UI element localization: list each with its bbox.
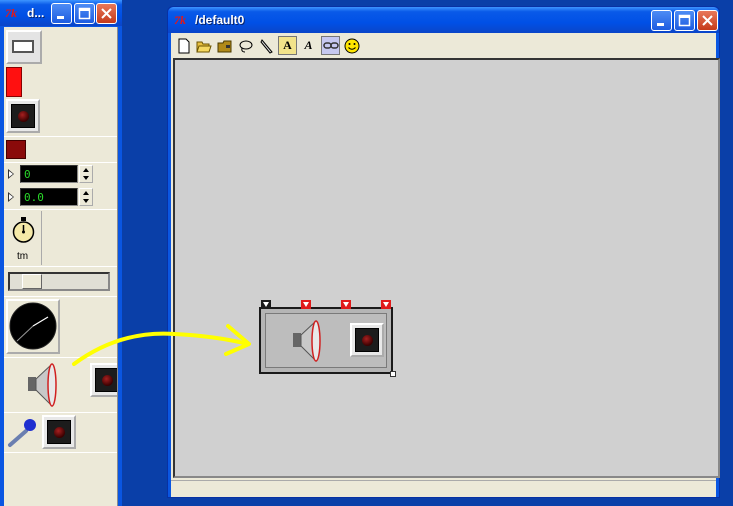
- dial-icon: [9, 302, 57, 350]
- new-file-icon: [178, 38, 189, 53]
- smiley-icon: [344, 38, 359, 53]
- adc-bang-tool[interactable]: [42, 415, 76, 449]
- spin-buttons[interactable]: [79, 188, 93, 206]
- tk-logo-icon: [174, 13, 190, 27]
- toggle-tool[interactable]: [6, 67, 22, 97]
- lasso-icon: [239, 40, 252, 52]
- stopwatch-icon: [12, 217, 35, 243]
- text-box-label: A: [283, 38, 292, 52]
- speaker-bang-object[interactable]: [259, 300, 396, 377]
- bang-led-icon: [102, 375, 113, 386]
- number-box-float[interactable]: 0.0: [4, 187, 94, 207]
- patch-titlebar[interactable]: /default0: [168, 7, 719, 33]
- text-box-button[interactable]: A: [278, 36, 297, 55]
- dark-toggle-tool[interactable]: [6, 140, 26, 159]
- close-icon: [101, 8, 112, 19]
- bang-tool-2[interactable]: [90, 363, 117, 397]
- patch-window: /default0: [167, 6, 720, 498]
- bang-led-icon: [54, 427, 65, 438]
- pencil-button[interactable]: [257, 36, 276, 55]
- text-label: A: [304, 38, 313, 52]
- timer-label: tm: [17, 251, 29, 262]
- close-icon: [702, 15, 713, 26]
- folder-icon: [217, 40, 231, 52]
- resize-handle[interactable]: [390, 371, 396, 377]
- patch-canvas[interactable]: [173, 58, 720, 478]
- knob-tool[interactable]: [6, 299, 60, 354]
- hslider-tool[interactable]: [8, 272, 110, 291]
- minimize-icon: [57, 16, 64, 19]
- inlet-red-1[interactable]: [301, 300, 311, 309]
- toolbar: A A: [171, 33, 716, 57]
- smiley-button[interactable]: [342, 36, 361, 55]
- patch-client: A A: [171, 33, 720, 497]
- bang-led-icon: [18, 111, 29, 122]
- canvas-object-tool[interactable]: [6, 30, 42, 64]
- palette-window: d... 0 0.0: [0, 0, 122, 506]
- maximize-button[interactable]: [74, 3, 95, 24]
- minimize-icon: [657, 23, 664, 26]
- number-display: 0.0: [20, 188, 78, 206]
- microphone-icon: [8, 419, 36, 447]
- open-folder-icon: [195, 41, 212, 52]
- close-button[interactable]: [96, 3, 117, 24]
- bang-button[interactable]: [350, 323, 384, 357]
- palette-title: d...: [27, 6, 45, 20]
- microphone-tool[interactable]: [6, 415, 42, 449]
- text-button[interactable]: A: [299, 36, 318, 55]
- open-button[interactable]: [194, 36, 213, 55]
- timer-tool[interactable]: tm: [6, 211, 42, 265]
- folder-button[interactable]: [215, 36, 234, 55]
- new-button[interactable]: [174, 36, 193, 55]
- inlet-black[interactable]: [261, 300, 271, 309]
- lasso-button[interactable]: [236, 36, 255, 55]
- play-triangle-icon: [8, 192, 14, 202]
- palette-titlebar[interactable]: d...: [0, 0, 122, 26]
- link-button[interactable]: [321, 36, 340, 55]
- play-triangle-icon: [8, 169, 14, 179]
- minimize-button[interactable]: [51, 3, 72, 24]
- maximize-icon: [678, 14, 691, 27]
- spin-buttons[interactable]: [79, 165, 93, 183]
- inlet-red-3[interactable]: [381, 300, 391, 309]
- close-button[interactable]: [697, 10, 718, 31]
- tk-logo-icon: [5, 6, 21, 20]
- patch-title: /default0: [195, 13, 245, 27]
- speaker-icon: [28, 363, 57, 407]
- bang-tool[interactable]: [6, 99, 40, 133]
- inlet-red-2[interactable]: [341, 300, 351, 309]
- slider-handle[interactable]: [22, 274, 42, 289]
- minimize-button[interactable]: [651, 10, 672, 31]
- palette-body: 0 0.0 tm: [4, 27, 118, 506]
- pencil-icon: [259, 38, 273, 54]
- box-icon: [12, 40, 34, 53]
- speaker-icon: [293, 320, 321, 362]
- status-bar: [171, 480, 716, 497]
- number-box-int[interactable]: 0: [4, 164, 94, 184]
- bang-led-icon: [362, 335, 373, 346]
- speaker-tool[interactable]: [26, 360, 58, 410]
- maximize-button[interactable]: [674, 10, 695, 31]
- maximize-icon: [78, 7, 91, 20]
- number-display: 0: [20, 165, 78, 183]
- link-icon: [322, 41, 339, 49]
